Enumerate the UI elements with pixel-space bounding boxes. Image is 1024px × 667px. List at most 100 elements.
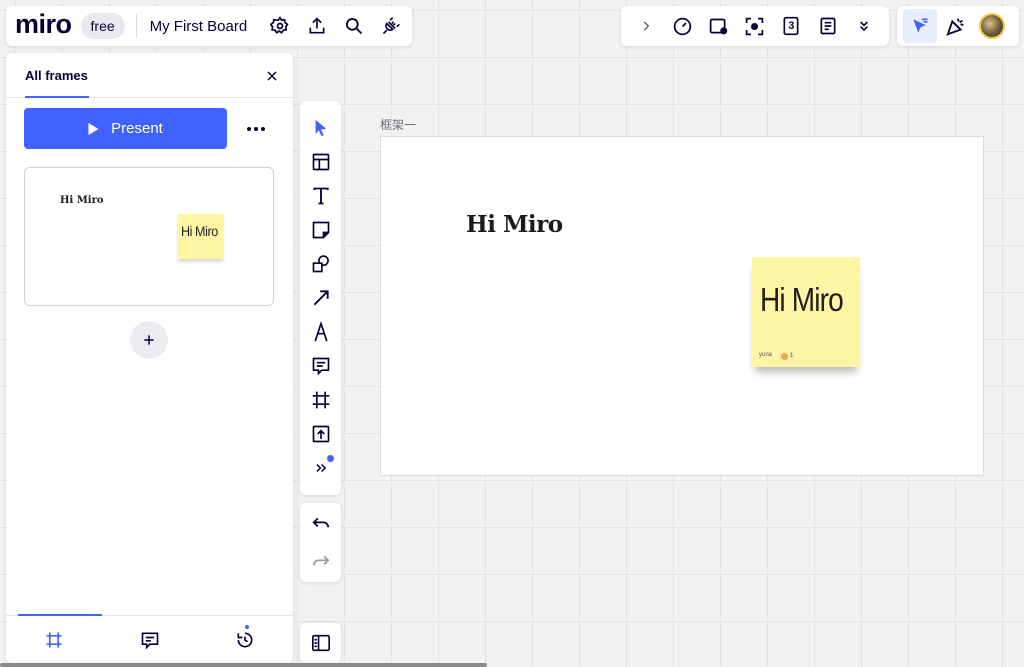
focus-icon: [744, 16, 765, 37]
frame-thumbnail[interactable]: Hi Miro Hi Miro: [24, 167, 274, 306]
notes-button[interactable]: [811, 9, 845, 43]
pen-icon: [311, 321, 331, 343]
search-icon: [344, 16, 364, 36]
reaction-count: 1: [790, 353, 794, 359]
sticky-stack-icon: [708, 16, 729, 37]
select-tool[interactable]: [303, 111, 339, 145]
creation-toolbar: [300, 101, 341, 495]
divider: [135, 14, 137, 38]
export-button[interactable]: [298, 8, 335, 44]
present-label: Present: [111, 120, 163, 137]
frames-panel-header: All frames: [6, 53, 293, 98]
play-icon: [88, 122, 99, 135]
miro-logo[interactable]: miro: [15, 10, 72, 38]
cursor-share-icon: [910, 16, 930, 36]
board-tools-bar: 3: [621, 6, 889, 46]
search-button[interactable]: [335, 8, 372, 44]
upload-icon: [311, 424, 331, 444]
frames-icon: [44, 630, 64, 650]
thumbnail-sticky-note: Hi Miro: [178, 214, 223, 259]
countdown-button[interactable]: 3: [774, 9, 808, 43]
board-title[interactable]: My First Board: [150, 18, 248, 35]
upload-tool[interactable]: [303, 417, 339, 451]
more-tools-icon: [314, 461, 328, 475]
text-tool[interactable]: [303, 179, 339, 213]
panel-tabs: [6, 614, 293, 663]
comment-tool[interactable]: [303, 349, 339, 383]
templates-tool[interactable]: [303, 145, 339, 179]
history-toolbar: [300, 503, 341, 582]
sidebar-icon: [311, 634, 331, 652]
tab-frames[interactable]: [6, 614, 102, 663]
frame-title[interactable]: 框架一: [380, 116, 416, 133]
frame-icon: [311, 390, 331, 410]
celebrate-button[interactable]: [937, 9, 975, 43]
comments-icon: [140, 630, 160, 650]
text-icon: [311, 186, 331, 206]
sticky-note-tool[interactable]: [303, 213, 339, 247]
pen-tool[interactable]: [303, 315, 339, 349]
chevron-right-icon: [639, 19, 653, 33]
plan-badge[interactable]: free: [80, 13, 125, 39]
plus-icon: [142, 333, 156, 347]
board-frame[interactable]: Hi Miro Hi Miro yuria 1: [380, 136, 984, 476]
present-button[interactable]: Present: [24, 108, 227, 149]
notes-icon: [818, 16, 838, 36]
sticky-note[interactable]: Hi Miro yuria 1: [752, 257, 860, 367]
board-header: miro free My First Board: [6, 6, 412, 46]
history-icon: [235, 630, 255, 650]
tab-comments[interactable]: [102, 616, 198, 663]
redo-icon: [311, 554, 331, 570]
board-text-heading[interactable]: Hi Miro: [466, 211, 563, 238]
close-panel-button[interactable]: [261, 65, 283, 87]
focus-button[interactable]: [738, 9, 772, 43]
plug-icon: [381, 16, 401, 36]
frame-tool[interactable]: [303, 383, 339, 417]
user-avatar[interactable]: [979, 13, 1005, 39]
sticky-note-text: Hi Miro: [760, 281, 844, 318]
sticky-note-icon: [311, 220, 331, 240]
expand-button[interactable]: [629, 9, 663, 43]
timer-icon: [672, 16, 693, 37]
undo-icon: [311, 516, 331, 532]
connection-line-icon: [311, 288, 331, 308]
connection-line-tool[interactable]: [303, 281, 339, 315]
more-horizontal-icon: [247, 126, 265, 131]
present-row: Present: [24, 108, 293, 149]
reaction-emoji-icon: [781, 352, 788, 360]
tab-indicator: [25, 96, 89, 98]
cursor-share-button[interactable]: [903, 9, 937, 43]
sidebar-toggle-button[interactable]: [300, 623, 341, 663]
tab-history[interactable]: [197, 616, 293, 663]
shapes-tool[interactable]: [303, 247, 339, 281]
tab-all-frames[interactable]: All frames: [25, 68, 88, 83]
timer-button[interactable]: [665, 9, 699, 43]
close-icon: [265, 69, 279, 83]
shapes-icon: [311, 254, 331, 274]
counter-icon: 3: [781, 16, 801, 36]
undo-button[interactable]: [303, 508, 339, 540]
select-icon: [313, 119, 329, 137]
counter-value: 3: [788, 20, 795, 32]
collaboration-bar: [897, 6, 1019, 46]
sticky-reaction[interactable]: 1: [778, 351, 797, 361]
thumbnail-heading: Hi Miro: [60, 195, 104, 206]
celebrate-icon: [945, 15, 967, 37]
redo-button[interactable]: [303, 546, 339, 578]
thumbnail-sticky-text: Hi Miro: [181, 223, 218, 239]
frames-panel: All frames Present Hi Miro Hi Miro: [6, 53, 293, 663]
templates-icon: [311, 152, 331, 172]
settings-button[interactable]: [261, 8, 298, 44]
more-tools-button[interactable]: [847, 9, 881, 43]
chevrons-down-icon: [857, 19, 871, 33]
settings-icon: [269, 16, 290, 36]
horizontal-scrollbar[interactable]: [0, 663, 487, 667]
notification-dot: [327, 455, 334, 462]
comment-icon: [311, 356, 331, 376]
more-options-button[interactable]: [240, 113, 272, 145]
voting-button[interactable]: [702, 9, 736, 43]
sticky-author: yuria: [759, 352, 773, 358]
history-dot: [245, 625, 250, 629]
add-frame-button[interactable]: [130, 321, 168, 359]
apps-button[interactable]: [372, 8, 409, 44]
